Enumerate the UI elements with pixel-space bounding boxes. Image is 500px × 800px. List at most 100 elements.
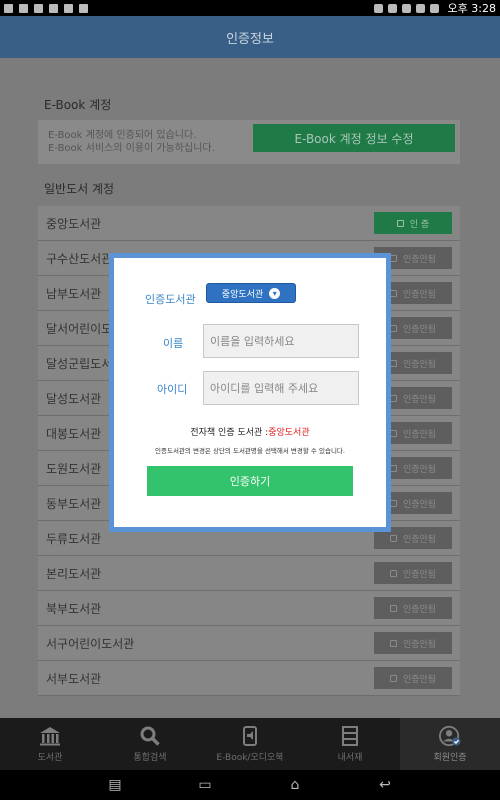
auth-status-label: 인증안됨 [402, 639, 437, 650]
lock-icon [389, 569, 397, 577]
library-name: 도원도서관 [46, 462, 102, 476]
lock-icon [396, 219, 404, 227]
status-bar: 오후 3:28 [0, 0, 500, 16]
auth-status-label: 인증안됨 [402, 429, 437, 440]
nav-label: 내서재 [337, 752, 363, 763]
ebook-icon [239, 725, 261, 746]
library-row[interactable]: 본리도서관 인증안됨 [38, 556, 460, 591]
battery-icon [429, 3, 439, 13]
library-name: 본리도서관 [46, 567, 102, 581]
ebook-status-message: E-Book 계정에 인증되어 있습니다. E-Book 서비스의 이용이 가능… [48, 129, 215, 155]
back-icon[interactable]: ↩ [371, 777, 399, 793]
library-name: 서부도서관 [46, 672, 102, 686]
auth-status-button[interactable]: 인 증 [374, 212, 452, 234]
nav-label: 도서관 [37, 752, 63, 763]
library-name: 북부도서관 [46, 602, 102, 616]
library-change-notice: 인증도서관의 변경은 상단의 도서관명을 선택해서 변경할 수 있습니다. [155, 447, 345, 455]
notification-icon [4, 3, 13, 13]
nav-label: 회원인증 [433, 752, 467, 763]
library-icon [39, 726, 61, 746]
ebook-library-prefix: 전자책 인증 도서관 : [190, 428, 269, 438]
id-input[interactable]: 아이디를 입력해 주세요 [203, 371, 359, 405]
search-icon [139, 726, 161, 746]
title-bar: 인증정보 [0, 16, 500, 58]
nav-label: 통합검색 [133, 752, 167, 763]
nfc-icon [387, 3, 397, 13]
library-row[interactable]: 서부도서관 인증안됨 [38, 661, 460, 696]
ebook-message-line: E-Book 계정에 인증되어 있습니다. [48, 130, 197, 141]
auth-status-label: 인증안됨 [402, 464, 437, 475]
library-row[interactable]: 중앙도서관 인 증 [38, 206, 460, 241]
menu-icon[interactable]: ▤ [101, 777, 129, 793]
notification-icon [19, 3, 28, 13]
library-name: 동부도서관 [46, 497, 102, 511]
nav-bookshelf[interactable]: 내서재 [300, 718, 400, 770]
auth-dialog-body: 인증도서관 중앙도서관 ▾ 이름 이름을 입력하세요 아이디 아이디를 입력해 … [114, 258, 386, 527]
id-label: 아이디 [157, 383, 188, 396]
library-name: 대봉도서관 [46, 427, 102, 441]
notification-icon [79, 3, 88, 13]
auth-status-label: 인증안됨 [402, 499, 437, 510]
name-input[interactable]: 이름을 입력하세요 [203, 324, 359, 358]
nav-ebook[interactable]: E-Book/오디오북 [200, 718, 300, 770]
lock-icon [389, 534, 397, 542]
auth-status-button[interactable]: 인증안됨 [374, 667, 452, 689]
lock-icon [389, 639, 397, 647]
library-name: 남부도서관 [46, 287, 102, 301]
auth-status-label: 인증안됨 [402, 569, 437, 580]
home-icon[interactable]: ⌂ [281, 777, 309, 793]
ebook-account-box: E-Book 계정에 인증되어 있습니다. E-Book 서비스의 이용이 가능… [38, 120, 460, 164]
library-name: 중앙도서관 [46, 217, 102, 231]
lock-icon [389, 604, 397, 612]
auth-status-label: 인증안됨 [402, 674, 437, 685]
auth-status-label: 인증안됨 [402, 534, 437, 545]
library-select-value: 중앙도서관 [221, 289, 264, 300]
ebook-edit-button[interactable]: E-Book 계정 정보 수정 [253, 124, 455, 152]
mute-icon [401, 3, 411, 13]
lock-icon [389, 674, 397, 682]
notification-icons [4, 3, 88, 13]
bookshelf-icon [339, 725, 361, 746]
library-name: 달성도서관 [46, 392, 102, 406]
library-label: 인증도서관 [145, 293, 196, 306]
page-title: 인증정보 [226, 31, 274, 47]
ebook-section-title: E-Book 계정 [44, 98, 112, 112]
library-row[interactable]: 북부도서관 인증안됨 [38, 591, 460, 626]
nav-library[interactable]: 도서관 [0, 718, 100, 770]
auth-status-label: 인증안됨 [402, 254, 437, 265]
auth-status-label: 인증안됨 [402, 289, 437, 300]
auth-status-button[interactable]: 인증안됨 [374, 597, 452, 619]
authenticate-button[interactable]: 인증하기 [147, 466, 353, 496]
library-name: 구수산도서관 [46, 252, 113, 266]
name-label: 이름 [163, 337, 184, 350]
auth-dialog: 인증도서관 중앙도서관 ▾ 이름 이름을 입력하세요 아이디 아이디를 입력해 … [109, 253, 391, 532]
auth-status-button[interactable]: 인증안됨 [374, 632, 452, 654]
library-name: 서구어린이도서관 [46, 637, 135, 651]
user-auth-icon [439, 725, 461, 746]
nav-search[interactable]: 통합검색 [100, 718, 200, 770]
ebook-library-info: 전자책 인증 도서관 :중앙도서관 [114, 425, 386, 438]
clock: 오후 3:28 [447, 2, 496, 15]
notification-icon [64, 3, 73, 13]
library-row[interactable]: 서구어린이도서관 인증안됨 [38, 626, 460, 661]
recent-apps-icon[interactable]: ▭ [191, 777, 219, 793]
chevron-down-icon: ▾ [269, 287, 281, 299]
auth-status-label: 인증안됨 [402, 359, 437, 370]
auth-status-label: 인증안됨 [402, 324, 437, 335]
wifi-icon [415, 3, 425, 13]
general-section-title: 일반도서 계정 [44, 182, 115, 196]
auth-status-label: 인증안됨 [402, 604, 437, 615]
notification-icon [34, 3, 43, 13]
bottom-nav: 도서관 통합검색 E-Book/오디오북 내서재 회원인증 [0, 718, 500, 770]
bluetooth-icon [373, 3, 383, 13]
nav-label: E-Book/오디오북 [216, 752, 284, 763]
notification-icon [49, 3, 58, 13]
auth-status-button[interactable]: 인증안됨 [374, 562, 452, 584]
ebook-library-value: 중앙도서관 [268, 428, 310, 438]
ebook-message-line: E-Book 서비스의 이용이 가능하십니다. [48, 143, 215, 154]
auth-status-label: 인 증 [409, 219, 430, 230]
library-select[interactable]: 중앙도서관 ▾ [206, 283, 296, 303]
system-nav-bar: ▤ ▭ ⌂ ↩ [0, 770, 500, 800]
auth-status-label: 인증안됨 [402, 394, 437, 405]
nav-member-auth[interactable]: 회원인증 [400, 718, 500, 770]
